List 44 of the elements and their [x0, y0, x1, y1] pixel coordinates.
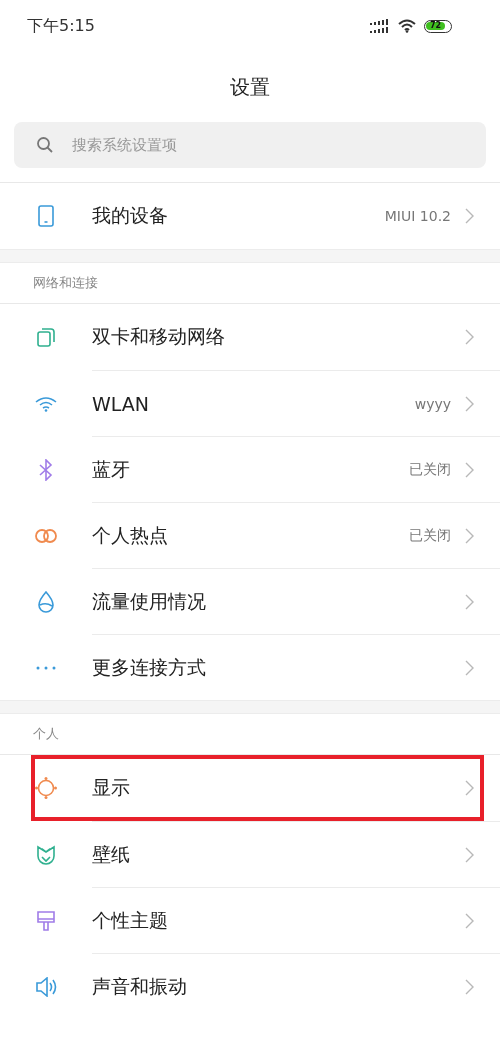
bluetooth-icon [38, 458, 54, 481]
chevron-icon [465, 659, 474, 676]
status-time: 下午5:15 [27, 15, 95, 37]
search-icon [36, 136, 54, 154]
wifi-icon [35, 395, 57, 412]
tulip-icon [36, 844, 56, 865]
section-header: 个人 [0, 714, 500, 755]
signal-icon [370, 19, 390, 33]
item-value: 已关闭 [409, 526, 451, 545]
chevron-icon [465, 780, 474, 796]
settings-item[interactable]: 个性主题 [92, 887, 500, 953]
chevron-icon [465, 593, 474, 610]
paint-brush-icon [36, 909, 56, 932]
water-drop-icon [37, 590, 55, 613]
chevron-icon [465, 846, 474, 863]
sim-cards-icon [36, 327, 56, 347]
chevron-icon [465, 461, 474, 478]
settings-item[interactable]: 流量使用情况 [92, 568, 500, 634]
brightness-icon [34, 776, 58, 800]
chevron-icon [465, 208, 474, 224]
more-icon [36, 665, 56, 670]
settings-item[interactable]: 我的设备 MIUI 10.2 [92, 183, 500, 249]
chevron-icon [465, 912, 474, 929]
item-value: 已关闭 [409, 460, 451, 479]
chevron-icon [465, 527, 474, 544]
search-field[interactable]: 搜索系统设置项 [14, 122, 486, 168]
settings-item[interactable]: 个人热点 已关闭 [92, 502, 500, 568]
settings-item[interactable]: 蓝牙 已关闭 [92, 436, 500, 502]
settings-item[interactable]: WLAN wyyy [92, 370, 500, 436]
chevron-icon [465, 978, 474, 995]
item-value: wyyy [414, 395, 451, 412]
chevron-icon [465, 329, 474, 345]
settings-item[interactable]: 壁纸 [92, 821, 500, 887]
settings-item[interactable]: 声音和振动 [92, 953, 500, 1019]
item-value: MIUI 10.2 [384, 208, 451, 224]
wifi-icon [398, 19, 416, 33]
chevron-icon [465, 395, 474, 412]
page-title: 设置 [229, 74, 271, 101]
phone-icon [38, 205, 54, 227]
rings-icon [34, 527, 58, 544]
settings-item[interactable]: 双卡和移动网络 [92, 304, 500, 370]
settings-item[interactable]: 显示 [31, 755, 484, 821]
section-header: 网络和连接 [0, 263, 500, 304]
speaker-icon [35, 976, 57, 997]
